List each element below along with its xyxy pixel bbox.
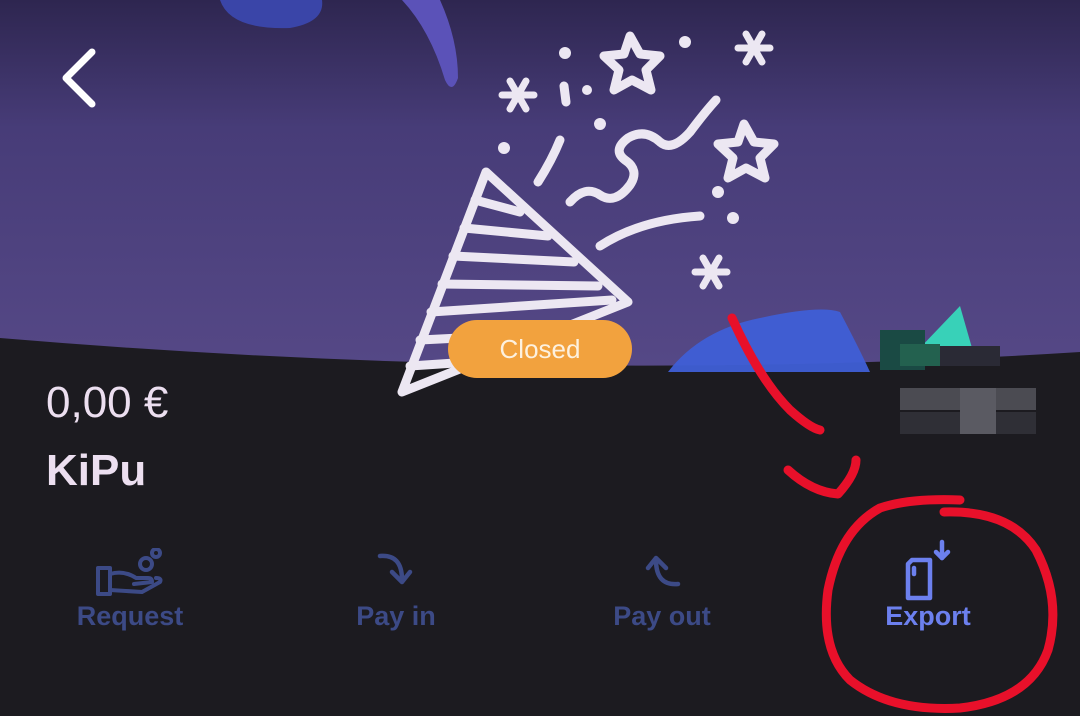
annotation-overlay xyxy=(727,313,1058,713)
